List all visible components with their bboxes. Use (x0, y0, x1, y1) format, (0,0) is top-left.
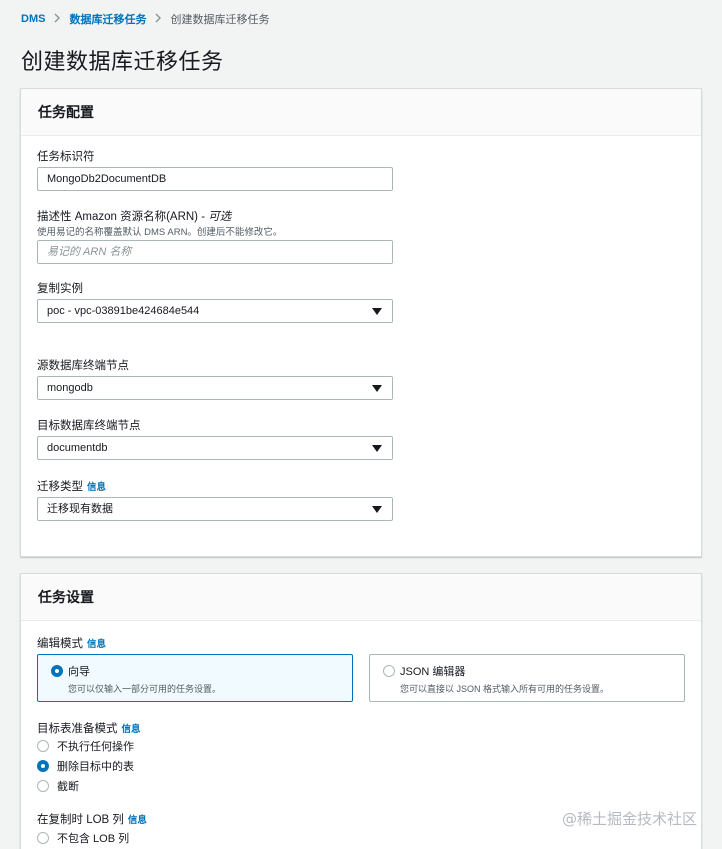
edit-mode-tile-wizard[interactable]: 向导 您可以仅输入一部分可用的任务设置。 (37, 654, 353, 702)
target-endpoint-label: 目标数据库终端节点 (37, 420, 141, 432)
caret-down-icon (372, 385, 382, 392)
panel-title: 任务配置 (38, 104, 94, 120)
radio-unselected-icon[interactable] (383, 665, 395, 677)
target-endpoint-select[interactable]: documentdb (37, 436, 393, 460)
panel-header: 任务配置 (21, 89, 701, 136)
arn-label-text: 描述性 Amazon 资源名称(ARN) - (37, 211, 209, 223)
caret-down-icon (372, 445, 382, 452)
radio-unselected-icon[interactable] (37, 780, 49, 792)
radio-selected-icon[interactable] (37, 760, 49, 772)
tile-description: 您可以直接以 JSON 格式输入所有可用的任务设置。 (400, 684, 610, 694)
caret-down-icon (372, 308, 382, 315)
radio-unselected-icon[interactable] (37, 832, 49, 844)
radio-label: 不执行任何操作 (57, 741, 134, 753)
tile-title: JSON 编辑器 (400, 666, 466, 678)
info-link[interactable]: 信息 (122, 724, 141, 735)
task-config-panel: 任务配置 任务标识符 MongoDb2DocumentDB 描述性 Amazon… (20, 88, 702, 557)
lob-label-text: 在复制时 LOB 列 (37, 814, 124, 826)
edit-mode-tile-json[interactable]: JSON 编辑器 您可以直接以 JSON 格式输入所有可用的任务设置。 (369, 654, 685, 702)
breadcrumb-link-migration-tasks[interactable]: 数据库迁移任务 (69, 11, 146, 27)
migration-type-label-text: 迁移类型 (37, 481, 83, 493)
chevron-right-icon (154, 12, 162, 26)
radio-label: 删除目标中的表 (57, 761, 134, 773)
tile-description: 您可以仅输入一部分可用的任务设置。 (68, 684, 222, 694)
arn-label: 描述性 Amazon 资源名称(ARN) - 可选 (37, 208, 231, 224)
watermark: @稀土掘金技术社区 (562, 810, 698, 828)
chevron-right-icon (53, 12, 61, 26)
breadcrumb: DMS 数据库迁移任务 创建数据库迁移任务 (21, 11, 269, 27)
radio-unselected-icon[interactable] (37, 740, 49, 752)
info-link[interactable]: 信息 (128, 815, 147, 826)
tile-title: 向导 (68, 666, 90, 678)
breadcrumb-current: 创建数据库迁移任务 (170, 14, 270, 26)
radio-option-do-nothing[interactable]: 不执行任何操作 (37, 739, 134, 753)
source-endpoint-select[interactable]: mongodb (37, 376, 393, 400)
edit-mode-label: 编辑模式 信息 (37, 635, 106, 651)
panel-header: 任务设置 (21, 574, 701, 621)
replication-instance-label: 复制实例 (37, 283, 83, 295)
radio-label: 不包含 LOB 列 (57, 833, 130, 845)
identifier-label: 任务标识符 (37, 151, 95, 163)
radio-option-drop-tables[interactable]: 删除目标中的表 (37, 759, 134, 773)
radio-selected-icon[interactable] (51, 665, 63, 677)
migration-type-select[interactable]: 迁移现有数据 (37, 497, 393, 521)
select-value: documentdb (47, 442, 108, 454)
task-identifier-input[interactable]: MongoDb2DocumentDB (37, 167, 393, 191)
target-prep-label-text: 目标表准备模式 (37, 723, 118, 735)
radio-option-no-lob[interactable]: 不包含 LOB 列 (37, 831, 129, 845)
select-value: mongodb (47, 382, 93, 394)
select-value: poc - vpc-03891be424684e544 (47, 305, 200, 317)
source-endpoint-label: 源数据库终端节点 (37, 360, 129, 372)
breadcrumb-link-dms[interactable]: DMS (21, 13, 45, 25)
migration-type-label: 迁移类型 信息 (37, 478, 106, 494)
arn-input[interactable]: 易记的 ARN 名称 (37, 240, 393, 264)
panel-title: 任务设置 (38, 589, 94, 605)
optional-tag: 可选 (208, 211, 232, 223)
page-title: 创建数据库迁移任务 (21, 49, 224, 74)
select-value: 迁移现有数据 (47, 503, 113, 515)
arn-description: 使用易记的名称覆盖默认 DMS ARN。创建后不能修改它。 (37, 227, 283, 238)
edit-mode-label-text: 编辑模式 (37, 638, 83, 650)
replication-instance-select[interactable]: poc - vpc-03891be424684e544 (37, 299, 393, 323)
caret-down-icon (372, 506, 382, 513)
radio-label: 截断 (57, 781, 79, 793)
target-prep-label: 目标表准备模式 信息 (37, 720, 141, 736)
radio-option-truncate[interactable]: 截断 (37, 779, 79, 793)
lob-label: 在复制时 LOB 列信息 (37, 811, 147, 827)
info-link[interactable]: 信息 (87, 639, 106, 650)
info-link[interactable]: 信息 (87, 482, 106, 493)
